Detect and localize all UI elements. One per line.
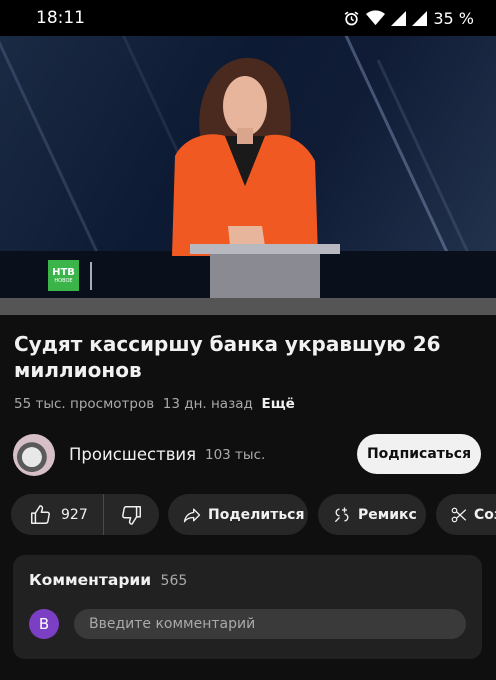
channel-name[interactable]: Происшествия [69, 445, 196, 464]
channel-logo-subtext: НОВОЕ [54, 278, 73, 284]
video-meta: 55 тыс. просмотров 13 дн. назад Ещё [14, 396, 295, 412]
video-player[interactable]: НТВ НОВОЕ [0, 36, 496, 298]
scissors-icon [450, 506, 468, 524]
remix-label: Ремикс [358, 506, 417, 523]
action-bar: 927 Поделиться Ремикс Создать клип [0, 494, 496, 536]
like-dislike-pill: 927 [11, 494, 159, 535]
channel-avatar[interactable] [13, 434, 55, 476]
wifi-icon [366, 10, 386, 26]
signal-icon-2 [412, 10, 428, 26]
channel-logo-text: НТВ [52, 267, 75, 278]
user-avatar: В [29, 609, 59, 639]
subscribe-button[interactable]: Подписаться [357, 434, 481, 474]
alarm-icon [343, 10, 360, 27]
status-time: 18:11 [36, 8, 85, 28]
channel-row: Происшествия 103 тыс. Подписаться [0, 432, 496, 478]
share-button[interactable]: Поделиться [168, 494, 308, 535]
more-link[interactable]: Ещё [261, 396, 294, 412]
status-bar: 18:11 35 % [0, 0, 496, 36]
status-icons: 35 % [343, 9, 474, 28]
remix-icon [332, 505, 352, 525]
channel-logo: НТВ НОВОЕ [48, 260, 79, 291]
video-title: Судят кассиршу банка укравшую 26 миллион… [14, 332, 441, 382]
upload-age: 13 дн. назад [162, 396, 253, 412]
comments-title: Комментарии [29, 571, 152, 589]
comments-count: 565 [160, 573, 188, 589]
comments-card[interactable]: Комментарии 565 В Введите комментарий [13, 555, 482, 659]
thumbs-up-icon [29, 504, 51, 526]
clip-label: Создать клип [474, 506, 496, 523]
video-progress-bar[interactable] [0, 298, 496, 315]
subscriber-count: 103 тыс. [205, 447, 266, 463]
comments-header: Комментарии 565 [29, 571, 187, 589]
signal-icon [391, 10, 407, 26]
clip-button[interactable]: Создать клип [436, 494, 496, 535]
share-label: Поделиться [208, 506, 305, 523]
news-anchor-image [0, 57, 496, 298]
dislike-button[interactable] [104, 494, 159, 535]
like-count: 927 [61, 506, 88, 523]
thumbs-down-icon [121, 504, 143, 526]
share-icon [182, 505, 202, 525]
view-count: 55 тыс. просмотров [14, 396, 155, 412]
logo-divider [90, 262, 92, 290]
comment-input[interactable]: Введите комментарий [74, 609, 466, 639]
remix-button[interactable]: Ремикс [318, 494, 426, 535]
battery-level: 35 % [433, 8, 474, 28]
like-button[interactable]: 927 [11, 494, 104, 535]
